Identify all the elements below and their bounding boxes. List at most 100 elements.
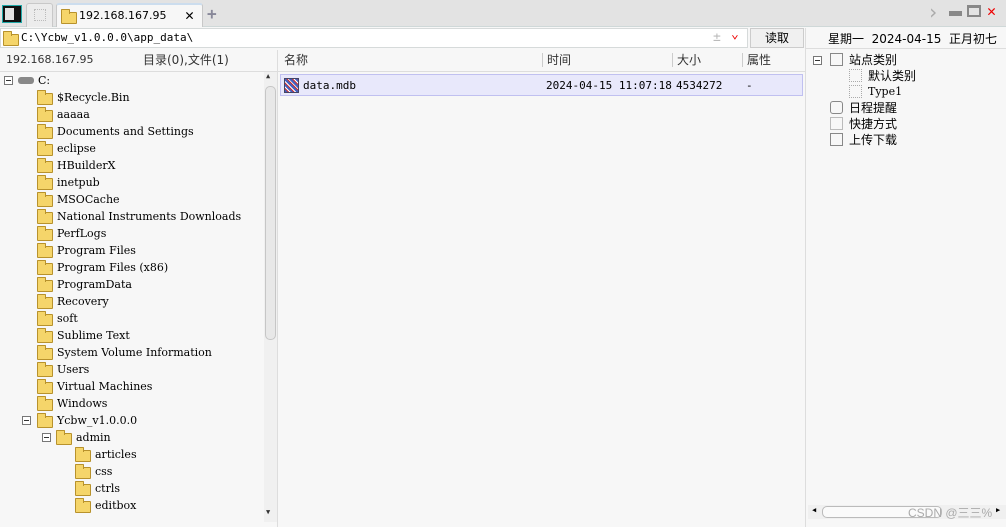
- folder-icon: [37, 158, 53, 173]
- dropdown-icon[interactable]: ⌄: [731, 27, 739, 42]
- tree-item[interactable]: editbox: [0, 497, 262, 514]
- folder-icon: [37, 260, 53, 275]
- folder-icon: [37, 396, 53, 411]
- folder-icon: [37, 226, 53, 241]
- close-tab-icon[interactable]: ✕: [185, 6, 194, 24]
- tree-site-category[interactable]: 站点类别: [849, 52, 897, 68]
- scroll-down-icon[interactable]: ▼: [266, 508, 270, 516]
- tree-item-label: editbox: [95, 499, 137, 512]
- file-row[interactable]: data.mdb 2024-04-15 11:07:18 4534272 -: [280, 74, 803, 96]
- tree-item-label: inetpub: [57, 176, 100, 189]
- tree-schedule[interactable]: 日程提醒: [849, 100, 897, 116]
- collapse-icon[interactable]: [4, 76, 13, 85]
- tab-host[interactable]: 192.168.167.95 ✕: [56, 3, 203, 27]
- panel-toggle-icon[interactable]: [2, 5, 22, 23]
- tree-item-label: Windows: [57, 397, 108, 410]
- tree-item[interactable]: ctrls: [0, 480, 262, 497]
- tree-item-label: Ycbw_v1.0.0.0: [57, 414, 138, 427]
- tree-item[interactable]: ProgramData: [0, 276, 262, 293]
- file-size: 4534272: [676, 79, 723, 92]
- tree-item-label: Documents and Settings: [57, 125, 194, 138]
- folder-icon: [37, 141, 53, 156]
- tree-item[interactable]: Program Files (x86): [0, 259, 262, 276]
- tree-item[interactable]: inetpub: [0, 174, 262, 191]
- tree-upload-download[interactable]: 上传下载: [849, 132, 897, 148]
- address-path[interactable]: C:\Ycbw_v1.0.0.0\app_data\: [21, 31, 193, 44]
- tree-item-label: admin: [76, 431, 111, 444]
- scrollbar-thumb[interactable]: [265, 86, 276, 340]
- file-time: 2024-04-15 11:07:18: [546, 79, 672, 92]
- tree-item[interactable]: C:: [0, 72, 262, 89]
- tree-item-label: css: [95, 465, 113, 478]
- tree-item[interactable]: HBuilderX: [0, 157, 262, 174]
- folder-icon: [37, 209, 53, 224]
- tree-item[interactable]: css: [0, 463, 262, 480]
- next-icon[interactable]: ›: [927, 0, 939, 24]
- tree-item[interactable]: Program Files: [0, 242, 262, 259]
- tree-item-label: eclipse: [57, 142, 96, 155]
- tree-item[interactable]: PerfLogs: [0, 225, 262, 242]
- schedule-icon: [830, 101, 843, 114]
- tree-item[interactable]: Sublime Text: [0, 327, 262, 344]
- folder-icon: [37, 124, 53, 139]
- tree-item-label: Users: [57, 363, 90, 376]
- folder-icon: [61, 9, 77, 24]
- tree-item[interactable]: MSOCache: [0, 191, 262, 208]
- site-category-icon: [830, 53, 843, 66]
- scroll-up-icon[interactable]: ▲: [266, 72, 270, 80]
- collapse-icon[interactable]: [813, 56, 822, 65]
- tree-item-label: Program Files: [57, 244, 136, 257]
- col-time[interactable]: 时间: [547, 50, 571, 70]
- watermark: CSDN @三三%: [908, 506, 993, 520]
- tree-item[interactable]: admin: [0, 429, 262, 446]
- tree-item[interactable]: National Instruments Downloads: [0, 208, 262, 225]
- read-button[interactable]: 读取: [750, 28, 804, 48]
- folder-icon: [75, 447, 91, 462]
- tree-item[interactable]: Recovery: [0, 293, 262, 310]
- folder-icon: [37, 277, 53, 292]
- mdb-file-icon: [284, 78, 299, 93]
- col-attr[interactable]: 属性: [747, 50, 771, 70]
- scroll-left-icon[interactable]: ◀: [812, 506, 816, 514]
- tab-blank[interactable]: [26, 3, 53, 27]
- add-tab-button[interactable]: +: [207, 4, 217, 23]
- tab-bar: 192.168.167.95 ✕ + › ✕: [0, 0, 1006, 27]
- tree-item[interactable]: Users: [0, 361, 262, 378]
- tree-item[interactable]: aaaaa: [0, 106, 262, 123]
- plus-minus-icon[interactable]: ±: [713, 30, 721, 45]
- address-bar[interactable]: C:\Ycbw_v1.0.0.0\app_data\ ± ⌄: [0, 27, 748, 48]
- close-window-button[interactable]: ✕: [987, 2, 996, 20]
- tree-item[interactable]: $Recycle.Bin: [0, 89, 262, 106]
- minimize-button[interactable]: [949, 11, 962, 16]
- tree-item[interactable]: Virtual Machines: [0, 378, 262, 395]
- tree-default-category[interactable]: 默认类别: [868, 68, 916, 84]
- drive-icon: [18, 77, 34, 84]
- tree-item[interactable]: Windows: [0, 395, 262, 412]
- tree-item[interactable]: eclipse: [0, 140, 262, 157]
- tree-item[interactable]: Documents and Settings: [0, 123, 262, 140]
- tree-item-label: $Recycle.Bin: [57, 91, 130, 104]
- collapse-icon[interactable]: [42, 433, 51, 442]
- maximize-button[interactable]: [967, 5, 981, 17]
- folder-icon: [37, 294, 53, 309]
- tree-shortcuts[interactable]: 快捷方式: [849, 116, 897, 132]
- tree-item[interactable]: System Volume Information: [0, 344, 262, 361]
- tree-item-label: ctrls: [95, 482, 121, 495]
- tree-item-label: System Volume Information: [57, 346, 212, 359]
- folder-icon: [37, 345, 53, 360]
- folder-icon: [37, 362, 53, 377]
- folder-icon: [37, 379, 53, 394]
- col-name[interactable]: 名称: [284, 50, 308, 70]
- scroll-right-icon[interactable]: ▶: [996, 506, 1000, 514]
- folder-icon: [37, 328, 53, 343]
- collapse-icon[interactable]: [22, 416, 31, 425]
- tree-item-label: Sublime Text: [57, 329, 130, 342]
- tree-item[interactable]: articles: [0, 446, 262, 463]
- horizontal-scrollbar[interactable]: ◀ CSDN @三三% ▶: [808, 505, 1006, 520]
- tree-item-label: Program Files (x86): [57, 261, 169, 274]
- col-size[interactable]: 大小: [677, 50, 701, 70]
- tree-type1[interactable]: Type1: [868, 84, 902, 100]
- host-label: 192.168.167.95: [6, 53, 94, 66]
- tree-item[interactable]: Ycbw_v1.0.0.0: [0, 412, 262, 429]
- tree-item[interactable]: soft: [0, 310, 262, 327]
